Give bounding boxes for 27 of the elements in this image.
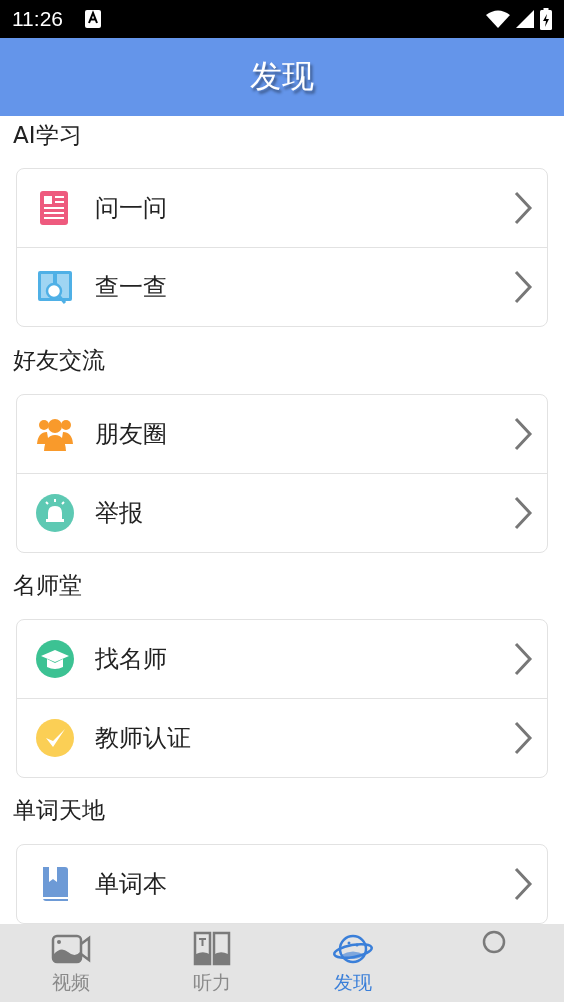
chevron-right-icon bbox=[513, 641, 533, 676]
section-title: 名师堂 bbox=[12, 571, 83, 601]
checkmark-icon bbox=[35, 717, 75, 758]
menu-item[interactable]: 教师认证 bbox=[17, 697, 547, 777]
chevron-right-icon bbox=[513, 495, 533, 530]
chevron-right-icon bbox=[513, 416, 533, 451]
chevron-right-icon bbox=[513, 270, 533, 305]
section-title: 单词天地 bbox=[12, 796, 106, 826]
section-title: 好友交流 bbox=[12, 345, 106, 375]
section-title: AI学习 bbox=[12, 120, 83, 150]
menu-item[interactable]: 单词本 bbox=[17, 845, 547, 923]
graduation-cap-icon bbox=[35, 638, 75, 679]
menu-item[interactable]: 找名师 bbox=[17, 619, 547, 698]
menu-item[interactable]: 查一查 bbox=[17, 247, 547, 327]
chevron-right-icon bbox=[513, 720, 533, 755]
page-title: 发现 bbox=[250, 56, 314, 97]
menu-item[interactable]: 举报 bbox=[17, 472, 547, 552]
status-time: 11:26 bbox=[12, 7, 63, 31]
menu-item[interactable]: 问一问 bbox=[17, 169, 547, 248]
book-icon bbox=[191, 930, 232, 966]
battery-icon bbox=[540, 8, 552, 30]
alarm-light-icon bbox=[35, 492, 75, 533]
chevron-right-icon bbox=[513, 191, 533, 226]
signal-icon bbox=[516, 10, 534, 28]
menu-item[interactable]: 朋友圈 bbox=[17, 394, 547, 473]
wifi-icon bbox=[486, 10, 510, 28]
chevron-right-icon bbox=[513, 867, 533, 901]
